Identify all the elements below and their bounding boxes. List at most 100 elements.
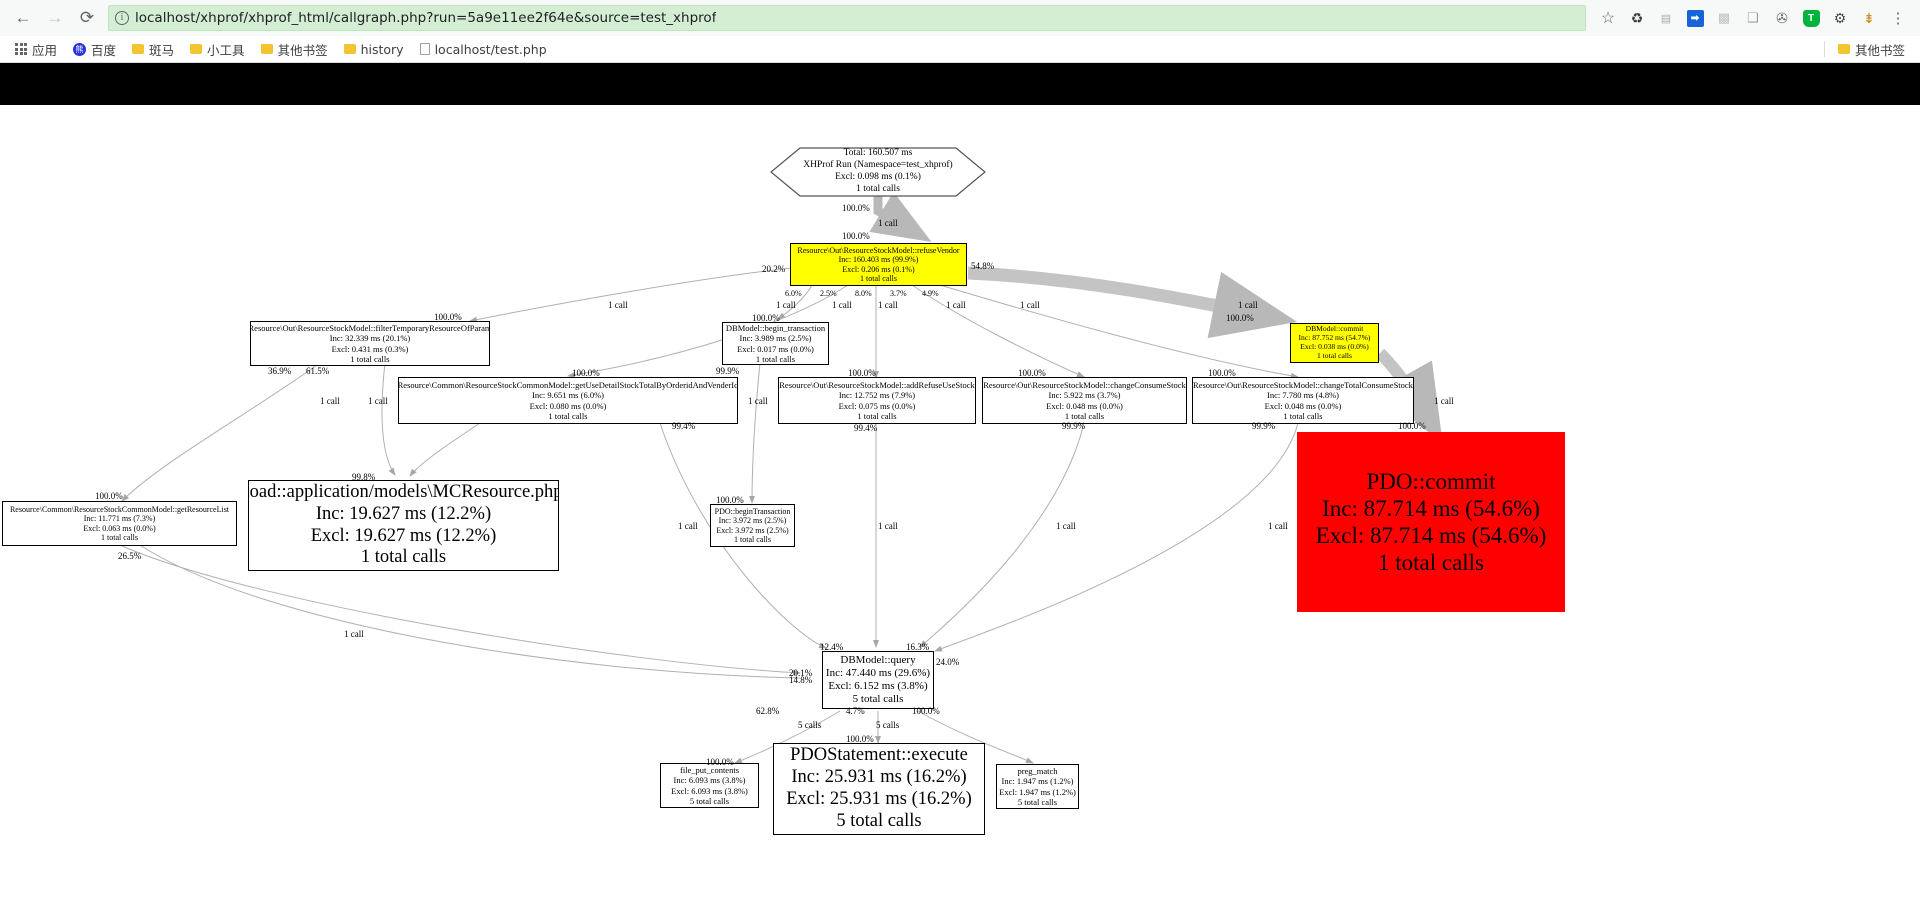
bookmark-apps[interactable]: 应用 — [8, 38, 64, 61]
bookmark-label: 其他书签 — [1854, 42, 1905, 58]
edge-label-calls: 1 call — [1020, 300, 1040, 310]
node-line: 5 total calls — [852, 692, 904, 705]
node-change-total-consume-stock[interactable]: Resource\Out\ResourceStockModel::changeT… — [1192, 377, 1414, 424]
edge-label-pct: 99.8% — [352, 472, 376, 482]
page-extension-icon[interactable]: ❏ — [1739, 4, 1767, 32]
node-db-begin-transaction[interactable]: DBModel::begin_transaction Inc: 3.989 ms… — [722, 322, 829, 365]
bookmark-xiaogongju[interactable]: 小工具 — [183, 38, 252, 61]
bookmark-label: localhost/test.php — [434, 41, 547, 57]
folder-icon — [1837, 44, 1850, 54]
node-line: 1 total calls — [1064, 410, 1105, 421]
blue-arrow-extension-icon[interactable]: ➡ — [1681, 4, 1709, 32]
node-line: Resource\Out\ResourceStockModel::changeC… — [983, 380, 1186, 391]
node-pdo-statement-execute[interactable]: PDOStatement::execute Inc: 25.931 ms (16… — [773, 743, 985, 835]
edge-label-pct: 99.4% — [854, 423, 878, 433]
node-get-use-detail-stock-total[interactable]: Resource\Common\ResourceStockCommonModel… — [398, 377, 738, 424]
node-line: Excl: 0.080 ms (0.0%) — [529, 400, 607, 411]
edge-label-pct: 100.0% — [842, 231, 870, 241]
download-extension-icon[interactable]: ⇟ — [1855, 4, 1883, 32]
node-line: 1 total calls — [101, 532, 138, 542]
node-pdo-begin-transaction[interactable]: PDO::beginTransaction Inc: 3.972 ms (2.5… — [710, 504, 795, 547]
node-line: 1 total calls — [1377, 550, 1485, 576]
node-filter-temporary-resource[interactable]: Resource\Out\ResourceStockModel::filterT… — [250, 321, 490, 366]
chrome-menu-icon[interactable]: ⋮ — [1884, 4, 1912, 32]
edge-label-calls: 1 call — [878, 300, 898, 310]
edge-label-pct: 8.0% — [855, 289, 872, 298]
shield-extension-icon[interactable]: ✇ — [1768, 4, 1796, 32]
edge-label-pct: 3.7% — [890, 289, 907, 298]
node-line: 1 total calls — [1283, 410, 1323, 421]
edge-label-pct: 100.0% — [912, 706, 940, 716]
edge-label-pct: 36.9% — [268, 366, 292, 376]
bookmark-localhost-test[interactable]: localhost/test.php — [413, 40, 554, 59]
list-extension-icon[interactable]: ▤ — [1652, 4, 1680, 32]
node-line: 1 total calls — [734, 534, 771, 544]
edge-label-calls: 1 call — [946, 300, 966, 310]
gear-extension-icon[interactable]: ⚙ — [1826, 4, 1854, 32]
reload-button[interactable]: ⟳ — [72, 3, 102, 33]
node-line: 1 total calls — [1316, 350, 1352, 360]
node-line: Excl: 0.098 ms (0.1%) — [835, 172, 921, 182]
edge-label-pct: 100.0% — [848, 368, 876, 378]
node-line: 5 total calls — [1017, 796, 1058, 807]
green-t-extension-icon[interactable]: T — [1797, 4, 1825, 32]
bookmarks-overflow[interactable]: 其他书签 — [1823, 38, 1912, 61]
node-db-commit[interactable]: DBModel::commit Inc: 87.752 ms (54.7%) E… — [1290, 323, 1379, 363]
node-line: Excl: 87.714 ms (54.6%) — [1315, 523, 1547, 548]
node-line: Excl: 0.063 ms (0.0%) — [83, 523, 156, 533]
node-line: Excl: 1.947 ms (1.2%) — [999, 786, 1076, 797]
edge-label-pct: 100.0% — [706, 757, 734, 767]
hp-extension-icon[interactable]: ▩ — [1710, 4, 1738, 32]
edge-label-pct: 99.4% — [672, 421, 696, 431]
back-button[interactable]: ← — [8, 3, 38, 33]
browser-chrome: ← → ⟳ i localhost/xhprof/xhprof_html/cal… — [0, 0, 1920, 63]
bookmark-other-right[interactable]: 其他书签 — [1831, 38, 1912, 61]
recycle-extension-icon[interactable]: ♻ — [1623, 4, 1651, 32]
node-line: Inc: 3.972 ms (2.5%) — [718, 516, 787, 526]
bookmark-baidu[interactable]: 熊 百度 — [66, 38, 123, 61]
edge-label-calls: 1 call — [1434, 396, 1454, 406]
bookmark-banma[interactable]: 斑马 — [125, 38, 181, 61]
bookmark-star-icon[interactable]: ☆ — [1594, 4, 1622, 32]
node-load-mcresource[interactable]: load::application/models\MCResource.php … — [248, 480, 559, 571]
node-refuse-vendor[interactable]: Resource\Out\ResourceStockModel::refuseV… — [790, 243, 967, 286]
node-line: PDO::commit — [1366, 468, 1496, 494]
edge-label-pct: 100.0% — [716, 495, 744, 505]
bookmark-history[interactable]: history — [337, 40, 411, 59]
bookmark-other[interactable]: 其他书签 — [254, 38, 335, 61]
bookmark-label: history — [360, 41, 404, 57]
node-line: Inc: 87.714 ms (54.6%) — [1322, 495, 1540, 521]
node-line: 1 total calls — [360, 547, 447, 568]
edge-label-pct: 6.0% — [785, 289, 802, 298]
site-info-icon[interactable]: i — [115, 11, 129, 25]
edge-label-pct: 100.0% — [572, 368, 600, 378]
node-line: Resource\Out\ResourceStockModel::changeT… — [1193, 380, 1413, 391]
node-line: Inc: 160.403 ms (99.9%) — [838, 255, 919, 265]
edge-label-calls: 1 call — [1238, 300, 1258, 310]
node-pdo-commit[interactable]: PDO::commit Inc: 87.714 ms (54.6%) Excl:… — [1297, 432, 1565, 612]
edge-label-calls: 5 calls — [798, 720, 822, 730]
forward-button[interactable]: → — [40, 3, 70, 33]
edge-label-calls: 1 call — [344, 629, 364, 639]
node-file-put-contents[interactable]: file_put_contents Inc: 6.093 ms (3.8%) E… — [660, 763, 759, 808]
node-root[interactable]: Total: 160.507 ms XHProf Run (Namespace=… — [770, 147, 986, 197]
edge-label-pct: 100.0% — [1398, 421, 1426, 431]
node-preg-match[interactable]: preg_match Inc: 1.947 ms (1.2%) Excl: 1.… — [996, 764, 1079, 809]
node-get-resource-list[interactable]: Resource\Common\ResourceStockCommonModel… — [2, 501, 237, 546]
node-line: Inc: 5.922 ms (3.7%) — [1048, 390, 1121, 401]
edge-label-calls: 1 call — [368, 396, 388, 406]
edge-label-pct: 100.0% — [95, 491, 123, 501]
node-change-consume-stock[interactable]: Resource\Out\ResourceStockModel::changeC… — [982, 377, 1187, 424]
node-db-query[interactable]: DBModel::query Inc: 47.440 ms (29.6%) Ex… — [822, 651, 934, 709]
node-line: XHProf Run (Namespace=test_xhprof) — [803, 160, 953, 171]
node-line: Inc: 7.780 ms (4.8%) — [1266, 390, 1339, 401]
address-bar[interactable]: i localhost/xhprof/xhprof_html/callgraph… — [108, 5, 1586, 31]
folder-icon — [190, 44, 203, 54]
edge-label-pct: 14.8% — [789, 675, 813, 685]
node-add-refuse-use-stock[interactable]: Resource\Out\ResourceStockModel::addRefu… — [778, 377, 976, 424]
node-line: 1 total calls — [548, 410, 588, 421]
node-line: 1 total calls — [860, 273, 897, 283]
edge-label-pct: 16.3% — [906, 642, 930, 652]
node-line: DBModel::begin_transaction — [725, 323, 826, 334]
bookmark-label: 百度 — [91, 42, 117, 58]
